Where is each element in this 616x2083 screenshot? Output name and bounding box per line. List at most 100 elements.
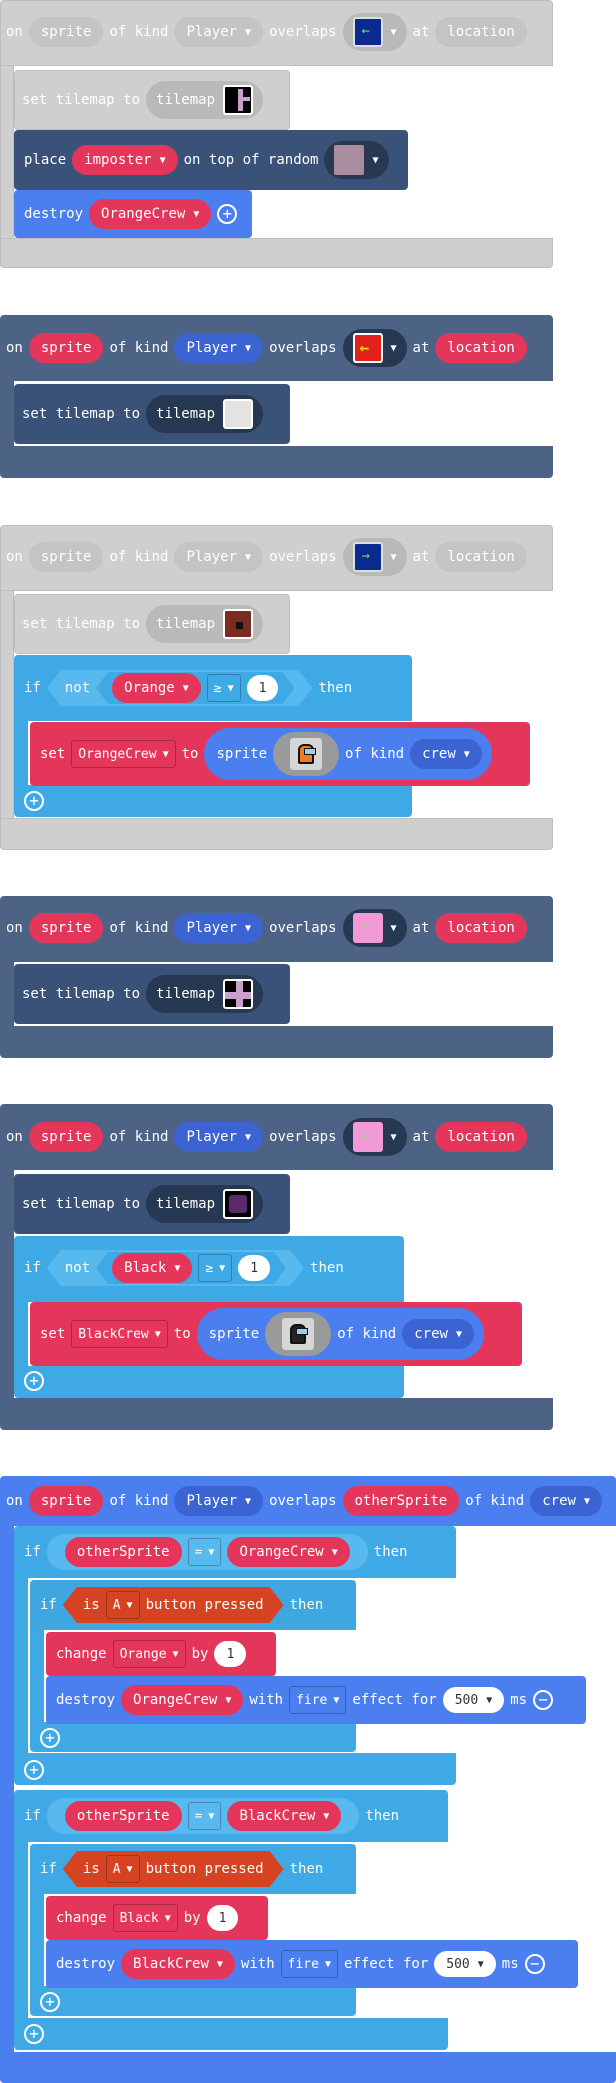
caret-down-icon: ▼ [225,1694,232,1706]
compare-block[interactable]: Orange ▼ ≥ ▼ 1 [96,672,294,704]
add-icon[interactable]: + [24,1760,44,1780]
location-param[interactable]: location [435,542,527,572]
location-param[interactable]: location [435,17,527,47]
equals-block[interactable]: otherSprite = ▼ OrangeCrew ▼ [46,1534,368,1570]
set-label: set [40,746,66,762]
button-pressed-block[interactable]: is A ▼ button pressed [63,1851,284,1887]
tile-dropdown[interactable]: ← ▼ [342,329,407,367]
other-sprite-param[interactable]: otherSprite [64,1537,182,1567]
tilemap-picker[interactable]: tilemap [146,81,264,119]
remove-icon[interactable]: − [524,1954,545,1974]
kind-dropdown[interactable]: Player ▼ [174,913,264,943]
destroy-var-dropdown[interactable]: OrangeCrew ▼ [89,199,212,229]
effect-dropdown[interactable]: fire ▼ [280,1950,338,1978]
sprite-param[interactable]: sprite [28,913,104,943]
kind-dropdown[interactable]: crew ▼ [410,739,482,769]
var-dropdown[interactable]: BlackCrew ▼ [227,1801,342,1831]
number-input[interactable]: 1 [206,1905,239,1931]
duration-dropdown[interactable]: 500 ▼ [434,1951,496,1977]
var-dropdown[interactable]: OrangeCrew ▼ [71,740,176,768]
kind-dropdown[interactable]: Player ▼ [174,542,264,572]
if-label: if [40,1861,57,1877]
other-sprite-param[interactable]: otherSprite [342,1486,460,1516]
var-dropdown[interactable]: OrangeCrew ▼ [227,1537,350,1567]
var-dropdown[interactable]: Orange ▼ [112,673,201,703]
caret-down-icon: ▼ [390,551,397,563]
add-icon[interactable]: + [24,1371,44,1391]
tilemap-picker[interactable]: tilemap [146,1185,264,1223]
sprite-param[interactable]: sprite [28,333,104,363]
caret-down-icon: ▼ [477,1958,484,1970]
sprite-image-picker[interactable] [273,732,340,776]
var-dropdown[interactable]: Black ▼ [112,1253,192,1283]
sprite-param[interactable]: sprite [28,1122,104,1152]
caret-down-icon: ▼ [208,1546,215,1558]
number-input[interactable]: 1 [247,675,279,701]
var-dropdown[interactable]: Orange ▼ [112,1640,186,1668]
tilemap-thumb-icon [223,1189,254,1219]
operator-dropdown[interactable]: = ▼ [187,1538,222,1566]
var-dropdown[interactable]: BlackCrew ▼ [71,1320,168,1348]
not-label: not [64,680,91,696]
black-crewmate-icon [282,1318,315,1350]
sprite-create-block[interactable]: sprite of kind crew ▼ [204,728,492,780]
other-sprite-param[interactable]: otherSprite [64,1801,182,1831]
number-input[interactable]: 1 [214,1641,247,1667]
not-block[interactable]: not Orange ▼ ≥ ▼ 1 [47,670,313,706]
kind-dropdown[interactable]: Player ▼ [174,1122,264,1152]
kind-dropdown[interactable]: Player ▼ [174,333,264,363]
tile-dropdown[interactable]: ▼ [324,141,389,179]
sprite-param[interactable]: sprite [28,17,104,47]
number-input[interactable]: 1 [238,1255,270,1281]
tile-dropdown[interactable]: → ▼ [342,538,407,576]
sprite-label: sprite [216,746,268,762]
remove-icon[interactable]: − [533,1690,554,1710]
sprite-image-picker[interactable] [265,1312,332,1356]
add-icon[interactable]: + [40,1992,60,2012]
button-pressed-block[interactable]: is A ▼ button pressed [63,1587,284,1623]
location-param[interactable]: location [435,1122,527,1152]
of-kind-label: of kind [109,1493,169,1509]
caret-down-icon: ▼ [463,748,470,760]
kind-dropdown[interactable]: Player ▼ [174,1486,264,1516]
add-icon[interactable]: + [40,1728,60,1748]
var-dropdown[interactable]: BlackCrew ▼ [121,1949,235,1979]
tile-dropdown[interactable]: → ▼ [342,1118,407,1156]
caret-down-icon: ▼ [390,342,397,354]
add-icon[interactable]: + [24,791,44,811]
var-dropdown[interactable]: OrangeCrew ▼ [121,1685,244,1715]
sprite-param[interactable]: sprite [28,1486,104,1516]
effect-dropdown[interactable]: fire ▼ [289,1686,347,1714]
tile-dropdown[interactable]: → ▼ [342,909,407,947]
button-dropdown[interactable]: A ▼ [106,1855,140,1883]
kind-dropdown[interactable]: crew ▼ [402,1319,474,1349]
operator-dropdown[interactable]: ≥ ▼ [207,674,241,702]
tilemap-picker[interactable]: tilemap [146,395,264,433]
kind-dropdown[interactable]: crew ▼ [530,1486,602,1516]
var-dropdown[interactable]: Black ▼ [112,1904,178,1932]
set-tilemap-label: set tilemap to [22,406,141,422]
location-param[interactable]: location [435,913,527,943]
sprite-param[interactable]: sprite [28,542,104,572]
caret-down-icon: ▼ [174,1262,181,1274]
place-var-dropdown[interactable]: imposter ▼ [72,145,178,175]
kind-dropdown[interactable]: Player ▼ [174,17,264,47]
operator-dropdown[interactable]: = ▼ [187,1802,222,1830]
on-label: on [6,1129,23,1145]
operator-dropdown[interactable]: ≥ ▼ [198,1254,232,1282]
button-dropdown[interactable]: A ▼ [106,1591,140,1619]
compare-block[interactable]: Black ▼ ≥ ▼ 1 [96,1252,286,1284]
sprite-create-block[interactable]: sprite of kind crew ▼ [196,1308,484,1360]
tilemap-picker[interactable]: tilemap [146,605,264,643]
location-param[interactable]: location [435,333,527,363]
add-icon[interactable]: + [217,204,238,224]
tilemap-picker[interactable]: tilemap [146,975,264,1013]
not-block[interactable]: not Black ▼ ≥ ▼ 1 [47,1250,304,1286]
caret-down-icon: ▼ [245,342,252,354]
equals-block[interactable]: otherSprite = ▼ BlackCrew ▼ [46,1798,360,1834]
tile-swatch-icon [334,145,365,175]
ms-label: ms [510,1692,528,1708]
add-icon[interactable]: + [24,2024,44,2044]
duration-dropdown[interactable]: 500 ▼ [442,1687,505,1713]
tile-dropdown[interactable]: ← ▼ [342,13,407,51]
